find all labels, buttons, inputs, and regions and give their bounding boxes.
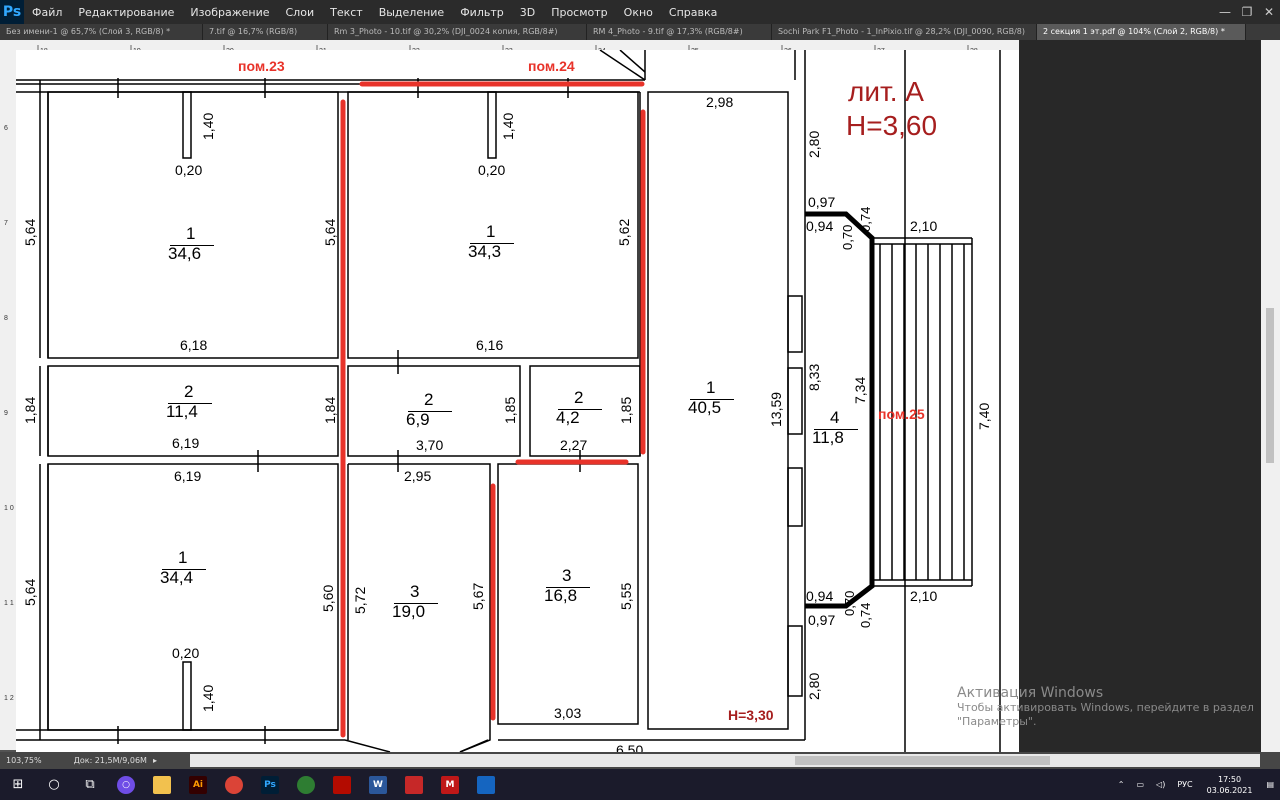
menu-item-10[interactable]: Справка xyxy=(661,6,725,19)
mcafee-icon[interactable]: M xyxy=(432,769,468,800)
menu-item-1[interactable]: Редактирование xyxy=(70,6,182,19)
ruler-tick-label: 1 0 xyxy=(4,505,14,512)
document-tabs: Без имени-1 @ 65,7% (Слой 3, RGB/8) * 7.t… xyxy=(0,24,1280,40)
menu-item-5[interactable]: Выделение xyxy=(371,6,453,19)
taskbar: ⊞ ○ ⧉ ○ Ai Ps W M xyxy=(0,769,1280,800)
ruler-tick-label: 9 xyxy=(4,410,8,417)
document-tab[interactable]: 7.tif @ 16,7% (RGB/8) xyxy=(203,24,328,40)
app-green-icon[interactable] xyxy=(288,769,324,800)
document-tab[interactable]: 2 секция 1 эт.pdf @ 104% (Слой 2, RGB/8)… xyxy=(1037,24,1246,40)
close-icon[interactable]: ✕ xyxy=(1258,0,1280,24)
illustrator-icon[interactable]: Ai xyxy=(180,769,216,800)
explorer-icon[interactable] xyxy=(144,769,180,800)
menu-bar: Ps Файл Редактирование Изображение Слои Текс… xyxy=(0,0,1280,24)
photoshop-logo-icon: Ps xyxy=(0,0,24,24)
floor-plan xyxy=(16,50,1001,752)
menu-item-0[interactable]: Файл xyxy=(24,6,70,19)
acrobat-icon[interactable] xyxy=(324,769,360,800)
activation-title: Активация Windows xyxy=(957,685,1104,701)
task-view-icon[interactable]: ⧉ xyxy=(72,769,108,800)
menu-item-3[interactable]: Слои xyxy=(278,6,323,19)
minimize-icon[interactable]: — xyxy=(1214,0,1236,24)
network-icon[interactable]: ▭ xyxy=(1130,780,1150,789)
ruler-left: 6 7 8 9 1 0 1 1 1 2 xyxy=(0,50,17,750)
activation-line2: "Параметры". xyxy=(957,715,1037,728)
vertical-scroll-thumb[interactable] xyxy=(1266,308,1274,463)
clock-time: 17:50 xyxy=(1218,774,1242,784)
windows-activation-watermark: Активация Windows Чтобы активировать Win… xyxy=(957,685,1254,729)
horizontal-scrollbar[interactable] xyxy=(190,754,1260,767)
alice-icon[interactable]: ○ xyxy=(108,769,144,800)
activation-line1: Чтобы активировать Windows, перейдите в … xyxy=(957,701,1254,714)
document-tab[interactable]: RM 4_Photo - 9.tif @ 17,3% (RGB/8#) xyxy=(587,24,772,40)
clock-date: 03.06.2021 xyxy=(1206,785,1253,795)
notifications-icon[interactable]: ▤ xyxy=(1260,780,1280,789)
ruler-tick-label: 6 xyxy=(4,125,8,132)
clock[interactable]: 17:50 03.06.2021 xyxy=(1199,774,1261,796)
language-indicator[interactable]: РУС xyxy=(1171,780,1198,789)
ruler-tick-label: 7 xyxy=(4,220,8,227)
app-red-icon[interactable] xyxy=(396,769,432,800)
menu-item-2[interactable]: Изображение xyxy=(182,6,277,19)
status-arrow-icon[interactable]: ▸ xyxy=(153,756,157,765)
restore-icon[interactable]: ❐ xyxy=(1236,0,1258,24)
document-tab[interactable]: Rm 3_Photo - 10.tif @ 30,2% (DJI_0024 ко… xyxy=(328,24,587,40)
search-icon[interactable]: ○ xyxy=(36,769,72,800)
system-tray: ⌃ ▭ ◁) РУС 17:50 03.06.2021 ▤ xyxy=(1112,769,1280,800)
chevron-up-icon[interactable]: ⌃ xyxy=(1112,780,1131,789)
app-blue-icon[interactable] xyxy=(468,769,504,800)
doc-size[interactable]: Док: 21,5M/9,06M xyxy=(68,756,153,765)
menu-item-4[interactable]: Текст xyxy=(322,6,371,19)
menu-item-6[interactable]: Фильтр xyxy=(452,6,512,19)
ruler-tick-label: 1 1 xyxy=(4,600,14,607)
ruler-tick-label: 8 xyxy=(4,315,8,322)
pasteboard xyxy=(1019,40,1261,752)
volume-icon[interactable]: ◁) xyxy=(1150,780,1171,789)
photoshop-icon[interactable]: Ps xyxy=(252,769,288,800)
document-tab[interactable]: Sochi Park F1_Photo - 1_InPixio.tif @ 28… xyxy=(772,24,1037,40)
document-tab[interactable]: Без имени-1 @ 65,7% (Слой 3, RGB/8) * xyxy=(0,24,203,40)
word-icon[interactable]: W xyxy=(360,769,396,800)
menu-item-8[interactable]: Просмотр xyxy=(543,6,615,19)
menu-item-9[interactable]: Окно xyxy=(616,6,661,19)
zoom-level[interactable]: 103,75% xyxy=(0,756,48,765)
start-icon[interactable]: ⊞ xyxy=(0,769,36,800)
document-canvas[interactable] xyxy=(16,50,1019,752)
chrome-icon[interactable] xyxy=(216,769,252,800)
horizontal-scroll-thumb[interactable] xyxy=(795,756,1050,765)
menu-item-7[interactable]: 3D xyxy=(512,6,543,19)
ruler-tick-label: 1 2 xyxy=(4,695,14,702)
